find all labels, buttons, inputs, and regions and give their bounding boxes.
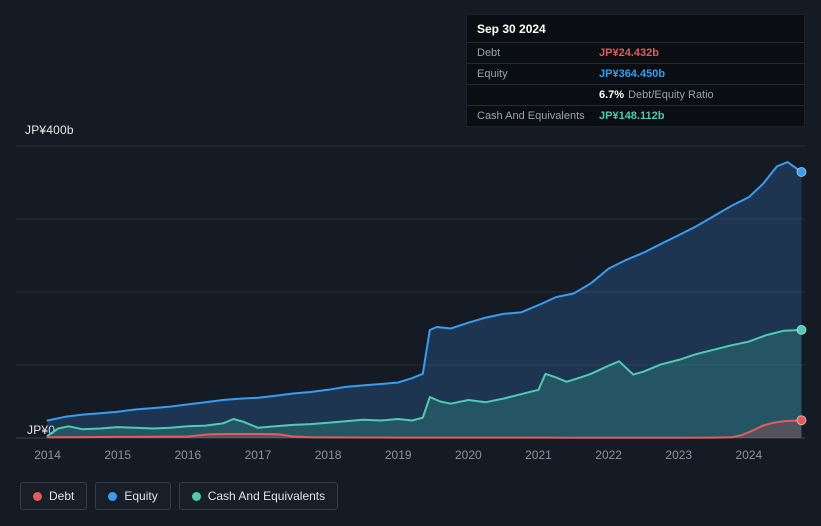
tooltip-date: Sep 30 2024 [477, 22, 546, 36]
chart-plot-area[interactable] [16, 145, 807, 439]
chart-page: { "tooltip": { "date": "Sep 30 2024", "d… [0, 0, 821, 526]
tooltip-ratio-value: 6.7% [599, 89, 625, 101]
chart-legend: Debt Equity Cash And Equivalents [20, 482, 339, 510]
x-tick-2018: 2018 [314, 448, 342, 462]
tooltip-cash-label: Cash And Equivalents [477, 110, 585, 122]
tooltip-ratio: 6.7% Debt/Equity Ratio [599, 89, 714, 101]
equity-series-dot-icon [108, 491, 118, 501]
legend-cash-label: Cash And Equivalents [207, 489, 326, 503]
x-tick-2019: 2019 [384, 448, 412, 462]
x-tick-2016: 2016 [174, 448, 202, 462]
tooltip-equity-value: JP¥364.450b [599, 68, 666, 80]
x-tick-2021: 2021 [525, 448, 552, 462]
tooltip-row-ratio: 6.7% Debt/Equity Ratio [467, 84, 804, 105]
tooltip-cash-value: JP¥148.112b [599, 110, 665, 122]
x-tick-2024: 2024 [735, 448, 763, 462]
x-tick-2022: 2022 [595, 448, 622, 462]
x-tick-2015: 2015 [104, 448, 132, 462]
legend-item-cash[interactable]: Cash And Equivalents [178, 482, 339, 510]
equity-endpoint-marker[interactable] [796, 167, 807, 177]
debt-endpoint-marker[interactable] [796, 415, 807, 426]
tooltip-debt-value: JP¥24.432b [599, 47, 659, 59]
cash-endpoint-marker[interactable] [796, 324, 807, 335]
legend-item-debt[interactable]: Debt [20, 482, 88, 510]
legend-equity-label: Equity [124, 489, 158, 503]
x-tick-2023: 2023 [665, 448, 693, 462]
x-axis-labels: 2014 2015 2016 2017 2018 2019 2020 2021 2022 2023… [0, 448, 821, 464]
tooltip-equity-label: Equity [477, 68, 508, 80]
tooltip-row-equity: Equity JP¥364.450b [467, 63, 804, 84]
y-axis-label-top: JP¥400b [25, 123, 74, 137]
tooltip-ratio-label: Debt/Equity Ratio [628, 89, 714, 101]
legend-item-equity[interactable]: Equity [95, 482, 171, 510]
tooltip-row-cash: Cash And Equivalents JP¥148.112b [467, 105, 804, 126]
tooltip-row-debt: Debt JP¥24.432b [467, 42, 804, 63]
debt-series-dot-icon [33, 491, 42, 501]
x-tick-2020: 2020 [455, 448, 482, 462]
tooltip-debt-label: Debt [477, 47, 501, 59]
legend-debt-label: Debt [49, 489, 75, 503]
x-tick-2017: 2017 [244, 448, 272, 462]
timeseries-chart[interactable] [16, 145, 807, 439]
chart-tooltip: Sep 30 2024 Debt JP¥24.432b Equity JP¥36… [466, 14, 805, 127]
cash-series-dot-icon [191, 491, 201, 501]
x-tick-2014: 2014 [34, 448, 61, 462]
